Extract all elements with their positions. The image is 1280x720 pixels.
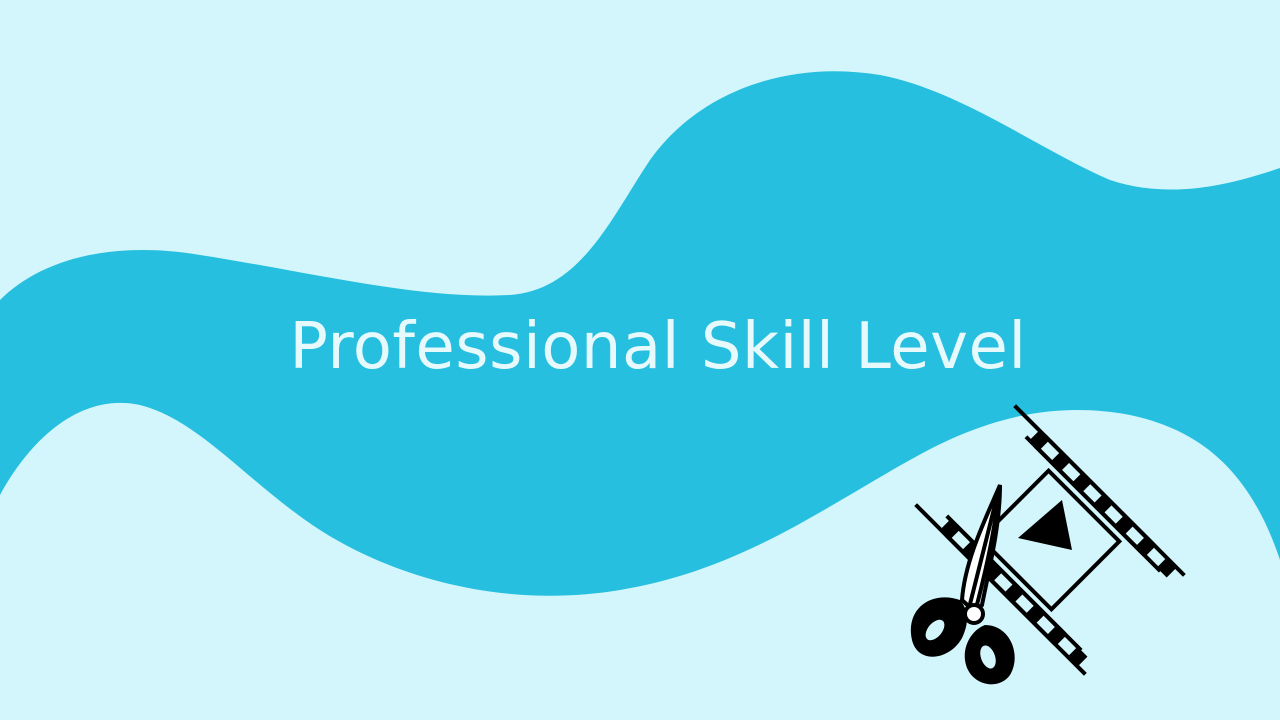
slide: Professional Skill Level [0, 0, 1280, 720]
slide-title: Professional Skill Level [289, 310, 1027, 384]
film-strip-with-scissors-icon [910, 404, 1186, 685]
